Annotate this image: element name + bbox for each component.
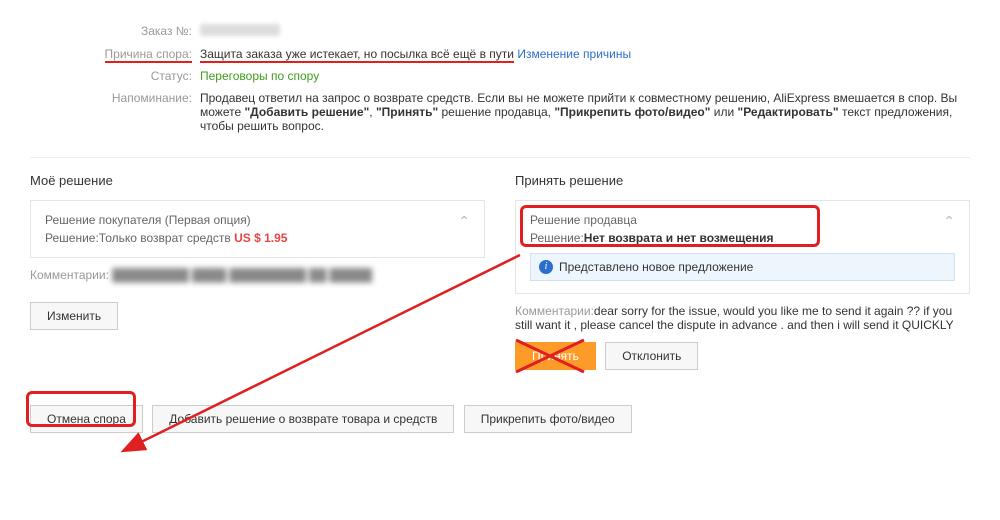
chevron-up-icon[interactable]: ⌃: [943, 213, 955, 230]
reject-button[interactable]: Отклонить: [605, 342, 698, 370]
chevron-up-icon[interactable]: ⌃: [458, 213, 470, 230]
my-decision-title: Моё решение: [30, 173, 485, 188]
attach-media-button[interactable]: Прикрепить фото/видео: [464, 405, 632, 433]
buyer-comments: Комментарии: █████████ ████ █████████ ██…: [30, 268, 485, 292]
new-proposal-banner: i Представлено новое предложение: [530, 253, 955, 281]
reminder-value: Продавец ответил на запрос о возврате ср…: [200, 87, 970, 137]
change-reason-link[interactable]: Изменение причины: [517, 47, 631, 61]
reason-value: Защита заказа уже истекает, но посылка в…: [200, 43, 970, 65]
seller-card-title: Решение продавца: [530, 213, 774, 227]
reminder-label: Напоминание:: [30, 87, 200, 137]
seller-decision-line: Решение:Нет возврата и нет возмещения: [530, 231, 774, 245]
cancel-dispute-button[interactable]: Отмена спора: [30, 405, 143, 433]
seller-decision-title: Принять решение: [515, 173, 970, 188]
status-value: Переговоры по спору: [200, 65, 970, 87]
order-value: [200, 20, 970, 43]
seller-comments: Комментарии:dear sorry for the issue, wo…: [515, 304, 970, 332]
info-icon: i: [539, 260, 553, 274]
seller-decision-card: Решение продавца Решение:Нет возврата и …: [515, 200, 970, 294]
buyer-decision-card: Решение покупателя (Первая опция) Решени…: [30, 200, 485, 258]
buyer-decision-line: Решение:Только возврат средств US $ 1.95: [45, 231, 287, 245]
buyer-card-title: Решение покупателя (Первая опция): [45, 213, 287, 227]
seller-decision-column: Принять решение Решение продавца Решение…: [515, 173, 970, 370]
edit-button[interactable]: Изменить: [30, 302, 118, 330]
my-decision-column: Моё решение Решение покупателя (Первая о…: [30, 173, 485, 370]
dispute-info-block: Заказ №: Причина спора: Защита заказа уж…: [30, 20, 970, 137]
bottom-actions: Отмена спора Добавить решение о возврате…: [30, 395, 970, 433]
add-solution-button[interactable]: Добавить решение о возврате товара и сре…: [152, 405, 454, 433]
status-label: Статус:: [30, 65, 200, 87]
order-label: Заказ №:: [30, 20, 200, 43]
reason-label: Причина спора:: [30, 43, 200, 65]
